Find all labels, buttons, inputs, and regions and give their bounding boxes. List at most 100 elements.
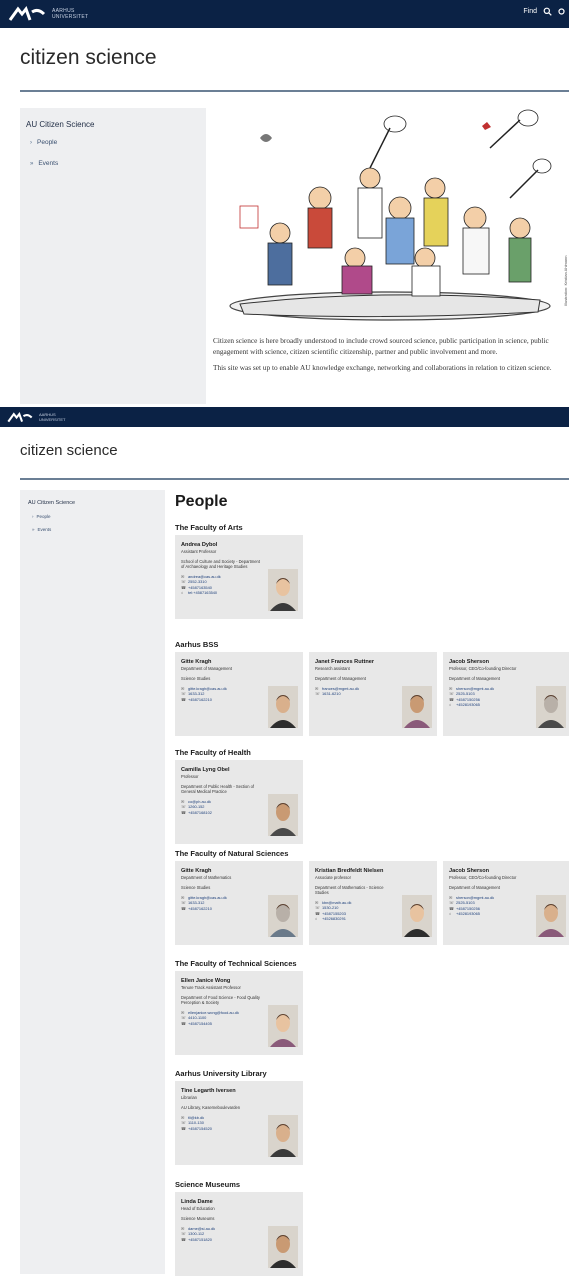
menu-icon[interactable] [558, 7, 565, 16]
chevron-right-icon: › [32, 514, 34, 519]
title-rule [20, 90, 569, 92]
contact-value: 1631-6210 [322, 691, 341, 697]
phone-icon: ☎ [181, 905, 186, 911]
chevron-right-icon: › [30, 139, 32, 146]
faculty-heading: Science Museums [175, 1180, 241, 1189]
contact-value: +4587151820 [188, 1236, 212, 1242]
header-tools: Find [523, 7, 565, 16]
phone-icon: ☎ [181, 1125, 186, 1131]
person-department: School of Culture and Society - Departme… [181, 559, 260, 569]
person-card[interactable]: Gitte Kragh Department of Mathematics Scie… [175, 861, 303, 945]
phone-icon: ☎ [181, 809, 186, 815]
person-name[interactable]: Kristian Bredfeldt Nielsen [315, 868, 431, 874]
contact-value: +4526830291 [322, 916, 346, 922]
person-role: Professor, CEO/Co-founding Director [449, 666, 517, 671]
person-name[interactable]: Linda Dame [181, 1199, 297, 1205]
double-chevron-icon: » [32, 527, 35, 532]
faculty-heading: The Faculty of Technical Sciences [175, 959, 297, 968]
site-title[interactable]: citizen science [20, 46, 569, 70]
university-name: Aarhus Universitet [52, 8, 89, 20]
sidebar-heading[interactable]: AU Citizen Science [28, 500, 157, 506]
person-role: Department of Mathematics [181, 875, 232, 880]
person-photo [268, 1115, 298, 1157]
sidebar-item-label: Events [37, 527, 52, 532]
phone-icon: ⌂ [315, 916, 318, 922]
person-name[interactable]: Camilla Lyng Obel [181, 767, 297, 773]
intro-paragraph: Citizen science is here broadly understo… [213, 336, 549, 356]
phone-icon: ☎ [181, 696, 186, 702]
person-card[interactable]: Andrea Dybol Assistant Professor School of… [175, 535, 303, 619]
person-card[interactable]: Janet Frances Ruttner Research assistant D… [309, 652, 437, 736]
top-navbar: Aarhus Universitet Find [0, 0, 569, 28]
sidebar-item-people[interactable]: › People [32, 514, 157, 519]
person-name[interactable]: Gitte Kragh [181, 659, 297, 665]
person-name[interactable]: Andrea Dybol [181, 542, 297, 548]
intro-paragraph: This site was set up to enable AU knowle… [213, 363, 552, 372]
person-name[interactable]: Tine Legarth Iversen [181, 1088, 297, 1094]
person-role: Assistant Professor [181, 549, 217, 554]
person-department: AU Library, Kaserneboulevarden [181, 1105, 241, 1110]
phone-icon: ⌂ [449, 702, 452, 708]
contact-value: +4587168102 [188, 809, 212, 815]
person-photo [268, 895, 298, 937]
person-department: Department of Management [449, 885, 500, 890]
person-card[interactable]: Ellen Janice Wong Tenure Track Assistant … [175, 971, 303, 1055]
search-icon[interactable] [543, 7, 552, 16]
person-photo [536, 686, 566, 728]
person-name[interactable]: Gitte Kragh [181, 868, 297, 874]
illustration-credit: Illustration: Kristian Ahlmann [563, 255, 568, 306]
contact-value: +4528193065 [456, 911, 480, 917]
person-department: Department of Mathematics - Science Stud… [315, 885, 384, 895]
site-title-area: citizen science [0, 28, 569, 90]
sidebar-heading[interactable]: AU Citizen Science [26, 120, 200, 129]
au-logo-icon[interactable] [8, 6, 46, 22]
person-photo [268, 794, 298, 836]
au-logo-icon[interactable] [6, 411, 34, 423]
person-name[interactable]: Janet Frances Ruttner [315, 659, 431, 665]
person-role: Associate professor [315, 875, 351, 880]
phone-icon: ⌂ [449, 911, 452, 917]
sidebar-item-events[interactable]: » Events [30, 160, 200, 167]
person-card[interactable]: Jacob Sherson Professor, CEO/Co-founding … [443, 652, 569, 736]
person-card[interactable]: Kristian Bredfeldt Nielsen Associate prof… [309, 861, 437, 945]
person-photo [268, 1005, 298, 1047]
person-role: Tenure Track Assistant Professor [181, 985, 241, 990]
sidebar-item-label: People [37, 139, 58, 146]
person-photo [536, 895, 566, 937]
faculty-heading: The Faculty of Health [175, 748, 251, 757]
sidebar-item-people[interactable]: › People [30, 139, 200, 146]
person-name[interactable]: Jacob Sherson [449, 659, 565, 665]
site-title-2[interactable]: citizen science [20, 442, 118, 459]
person-role: Research assistant [315, 666, 350, 671]
faculty-heading: The Faculty of Natural Sciences [175, 849, 289, 858]
person-photo [268, 1226, 298, 1268]
person-card[interactable]: Gitte Kragh Department of Management Scien… [175, 652, 303, 736]
person-card[interactable]: Camilla Lyng Obel Professor Department of … [175, 760, 303, 844]
person-name[interactable]: Ellen Janice Wong [181, 978, 297, 984]
person-department: Department of Management [449, 676, 500, 681]
person-photo [268, 686, 298, 728]
intro-text: Citizen science is here broadly understo… [213, 336, 568, 380]
person-card[interactable]: Jacob Sherson Professor, CEO/Co-founding … [443, 861, 569, 945]
person-department: Science Museums [181, 1216, 215, 1221]
sidebar-item-label: Events [38, 160, 59, 167]
contact-value: +4587162210 [188, 905, 212, 911]
person-department: Science Studies [181, 885, 211, 890]
person-photo [402, 895, 432, 937]
phone-icon: ☎ [181, 1236, 186, 1242]
person-photo [402, 686, 432, 728]
person-card[interactable]: Tine Legarth Iversen Librarian AU Library,… [175, 1081, 303, 1165]
sidebar-2: AU Citizen Science › People » Events [20, 490, 165, 1274]
top-navbar-2: Aarhus Universitet [0, 407, 569, 427]
contact-value: +4587154520 [188, 1125, 212, 1131]
sidebar-item-label: People [36, 514, 51, 519]
person-department: Department of Management [315, 676, 366, 681]
person-name[interactable]: Jacob Sherson [449, 868, 565, 874]
find-button[interactable]: Find [523, 8, 537, 15]
person-role: Head of Education [181, 1206, 215, 1211]
people-heading: People [175, 493, 228, 510]
person-department: Department of Public Health - Section of… [181, 784, 255, 794]
sidebar-item-events[interactable]: » Events [32, 527, 157, 532]
person-role: Department of Management [181, 666, 232, 671]
person-card[interactable]: Linda Dame Head of Education Science Museu… [175, 1192, 303, 1276]
